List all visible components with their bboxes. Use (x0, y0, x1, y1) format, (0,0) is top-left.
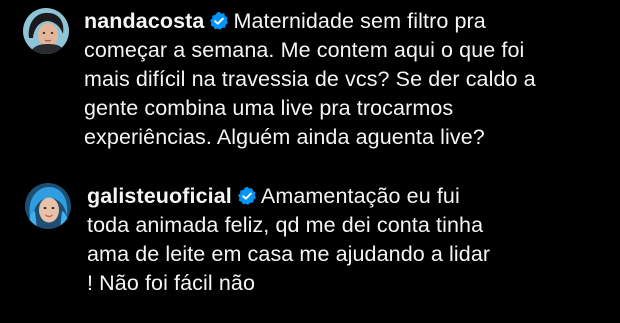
user-avatar-icon (25, 183, 71, 229)
comment-line-2: começar a semana. Me contem aqui o que f… (84, 38, 525, 62)
comment-galisteuoficial: galisteuoficial Amamentação eu fui toda a… (0, 170, 620, 320)
user-avatar-icon (23, 8, 69, 54)
comment-body: galisteuoficial Amamentação eu fui toda a… (87, 182, 617, 298)
username[interactable]: nandacosta (84, 9, 204, 33)
comment-nandacosta: nandacosta Maternidade sem filtro pra com… (0, 0, 620, 160)
comment-line-2: toda animada feliz, qd me dei conta tinh… (87, 213, 484, 237)
avatar[interactable] (23, 8, 69, 54)
comment-text: Maternidade sem filtro pra (233, 9, 486, 33)
comment-body: nandacosta Maternidade sem filtro pra com… (84, 7, 614, 152)
verified-badge-icon (237, 186, 257, 206)
verified-badge-icon (209, 11, 229, 31)
username[interactable]: galisteuoficial (87, 184, 232, 208)
comment-line-3: ama de leite em casa me ajudando a lidar (87, 242, 491, 266)
avatar[interactable] (25, 183, 71, 229)
comment-line-4: gente combina uma live pra trocarmos (84, 96, 454, 120)
comment-line-4: ! Não foi fácil não (87, 271, 256, 295)
comment-text: Amamentação eu fui (260, 184, 460, 208)
comment-line-1: nandacosta Maternidade sem filtro pra (84, 7, 614, 36)
comment-line-1: galisteuoficial Amamentação eu fui (87, 182, 617, 211)
comment-line-3: mais difícil na travessia de vcs? Se der… (84, 67, 536, 91)
comment-line-5: experiências. Alguém ainda aguenta live? (84, 125, 485, 149)
